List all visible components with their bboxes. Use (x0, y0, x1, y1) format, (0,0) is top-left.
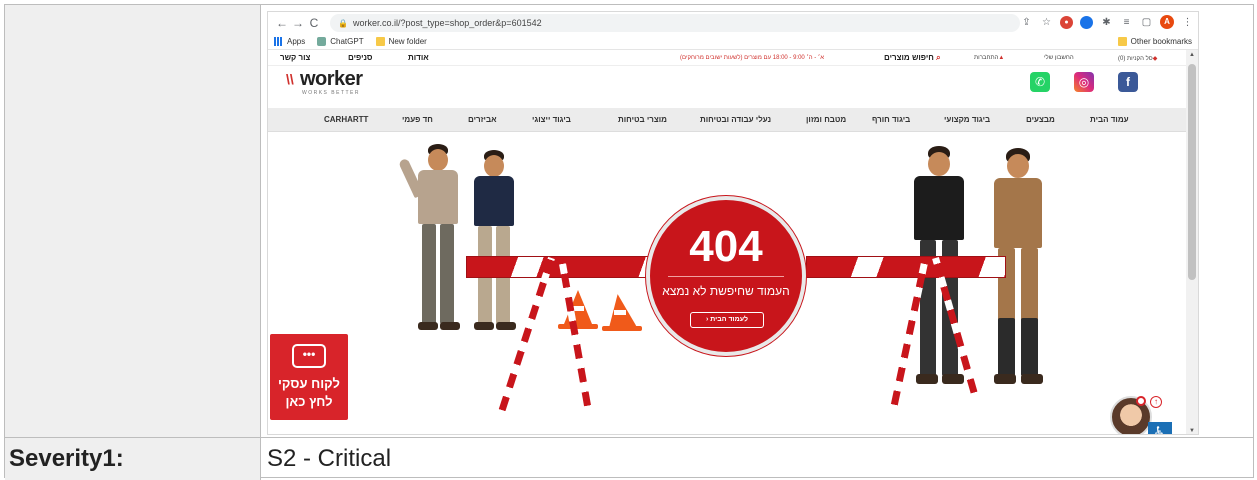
login-label: התחברות (974, 55, 999, 61)
scroll-down-arrow-icon[interactable]: ▼ (1186, 428, 1198, 434)
menu-item-sales[interactable]: מבצעים (1026, 115, 1055, 124)
cart-label: סל הקניות (0) (1118, 56, 1153, 62)
menu-item-kitchen-food[interactable]: מטבח ומזון (806, 115, 846, 124)
menu-item-professional-clothing[interactable]: ביגוד מקצועי (944, 115, 990, 124)
browser-toolbar: ← → C 🔒 worker.co.il/?post_type=shop_ord… (268, 12, 1198, 34)
accessibility-icon[interactable]: ♿ (1148, 422, 1172, 434)
menu-item-disposable[interactable]: חד פעמי (402, 115, 433, 124)
worker-figure (464, 150, 524, 334)
notification-dot-icon (1136, 396, 1146, 406)
barrier-right-bar (806, 256, 1006, 278)
website-page: צור קשר סניפים אודות א׳ - ה׳ 9:00 - 18:0… (268, 50, 1186, 434)
menu-item-home[interactable]: עמוד הבית (1090, 115, 1129, 124)
barrier-leg (558, 257, 591, 407)
my-account-link[interactable]: החשבון שלי (1044, 55, 1074, 61)
reload-button[interactable]: C (306, 16, 322, 30)
worker-figure (398, 144, 470, 334)
puzzle-icon[interactable]: ✱ (1100, 16, 1113, 29)
scroll-up-arrow-icon[interactable]: ▲ (1186, 52, 1198, 58)
product-search-link[interactable]: ⌕ חיפוש מוצרים (884, 53, 941, 63)
error-badge: 404 העמוד שחיפשת לא נמצא לעמוד הבית ‹ (646, 196, 806, 356)
page-scrollbar[interactable]: ▲ ▼ (1186, 50, 1198, 434)
folder-icon (1117, 37, 1127, 46)
apps-grid-icon (274, 37, 283, 46)
cart-link[interactable]: ◆סל הקניות (0) (1118, 55, 1157, 62)
instagram-icon[interactable]: ◎ (1074, 72, 1094, 92)
menu-item-representative-clothing[interactable]: ביגוד ייצוגי (532, 115, 571, 124)
business-customer-line1: לקוח עסקי (278, 376, 340, 391)
main-menu: עמוד הבית מבצעים ביגוד מקצועי ביגוד חורף… (268, 108, 1186, 132)
severity-label: Severity1: (5, 438, 261, 480)
about-link[interactable]: אודות (408, 53, 429, 62)
address-bar[interactable]: 🔒 worker.co.il/?post_type=shop_order&p=6… (330, 14, 1020, 32)
menu-item-accessories[interactable]: אביזרים (468, 115, 497, 124)
extension-icon[interactable] (1080, 15, 1093, 29)
share-icon[interactable]: ⇪ (1020, 16, 1033, 29)
error-code: 404 (689, 222, 763, 271)
lock-icon: 🔒 (338, 18, 348, 28)
sidebar-icon[interactable]: ▢ (1140, 16, 1153, 29)
back-to-home-button[interactable]: לעמוד הבית ‹ (690, 312, 764, 328)
chat-bubble-icon: ••• (292, 344, 326, 368)
logo-text: worker (300, 68, 363, 90)
bookmark-new-folder[interactable]: New folder (375, 37, 427, 46)
severity-value: S2 - Critical (267, 445, 392, 472)
cart-icon: ◆ (1152, 56, 1158, 62)
branches-link[interactable]: סניפים (348, 53, 373, 62)
back-button[interactable]: ← (274, 16, 290, 30)
scroll-to-top-button[interactable]: ↑ (1150, 396, 1162, 408)
business-customer-button[interactable]: ••• לקוח עסקי לחץ כאן (270, 334, 348, 420)
business-customer-line2: לחץ כאן (285, 394, 333, 409)
kebab-menu-icon[interactable]: ⋮ (1181, 16, 1194, 29)
search-label: חיפוש מוצרים (884, 53, 934, 62)
folder-icon (375, 37, 385, 46)
severity-row: Severity1: S2 - Critical (5, 437, 1253, 480)
bookmark-label: Apps (287, 37, 306, 46)
bug-report-table: ← → C 🔒 worker.co.il/?post_type=shop_ord… (4, 4, 1254, 480)
contact-link[interactable]: צור קשר (280, 53, 310, 62)
star-icon[interactable]: ☆ (1040, 16, 1053, 29)
menu-item-carhartt[interactable]: CARHARTT (324, 115, 368, 124)
bookmarks-bar: Apps ChatGPT New folder Other bookmarks (268, 34, 1198, 50)
bookmark-chatgpt[interactable]: ChatGPT (317, 37, 364, 46)
logo-tagline: WORKS BETTER (302, 90, 361, 96)
other-bookmarks[interactable]: Other bookmarks (1117, 37, 1192, 46)
bookmark-label: ChatGPT (330, 37, 364, 46)
extension-icon[interactable]: ● (1060, 15, 1073, 29)
profile-avatar[interactable]: A (1160, 15, 1174, 29)
scrollbar-thumb[interactable] (1188, 64, 1196, 280)
divider (668, 276, 784, 277)
whatsapp-icon[interactable]: ✆ (1030, 72, 1050, 92)
url-text: worker.co.il/?post_type=shop_order&p=601… (352, 18, 542, 28)
report-label-cell (5, 5, 261, 437)
forward-button[interactable]: → (290, 16, 306, 30)
error-message: העמוד שחיפשת לא נמצא (662, 284, 790, 298)
logo-mark-icon: \\ (286, 71, 294, 87)
home-button-label: לעמוד הבית (710, 316, 748, 323)
other-bookmarks-label: Other bookmarks (1130, 37, 1192, 46)
chatgpt-icon (317, 37, 327, 46)
user-icon: ▲ (998, 55, 1005, 61)
error-404-hero: 404 העמוד שחיפשת לא נמצא לעמוד הבית ‹ ••… (268, 134, 1186, 434)
promo-text: א׳ - ה׳ 9:00 - 18:00 עם מוצרים (לשעות יש… (680, 55, 824, 61)
search-icon: ⌕ (936, 53, 941, 62)
bookmark-apps[interactable]: Apps (274, 37, 305, 46)
menu-item-work-shoes[interactable]: נעלי עבודה ובטיחות (700, 115, 771, 124)
menu-item-winter-clothing[interactable]: ביגוד חורף (872, 115, 910, 124)
embedded-screenshot: ← → C 🔒 worker.co.il/?post_type=shop_ord… (267, 11, 1199, 435)
reading-list-icon[interactable]: ≡ (1120, 16, 1133, 29)
browser-extension-icons: ⇪ ☆ ● ✱ ≡ ▢ A ⋮ (1020, 15, 1194, 29)
bookmark-label: New folder (388, 37, 427, 46)
menu-item-safety-products[interactable]: מוצרי בטיחות (618, 115, 667, 124)
login-link[interactable]: ▲התחברות (974, 55, 1004, 61)
facebook-icon[interactable]: f (1118, 72, 1138, 92)
site-top-bar: צור קשר סניפים אודות א׳ - ה׳ 9:00 - 18:0… (268, 50, 1186, 66)
